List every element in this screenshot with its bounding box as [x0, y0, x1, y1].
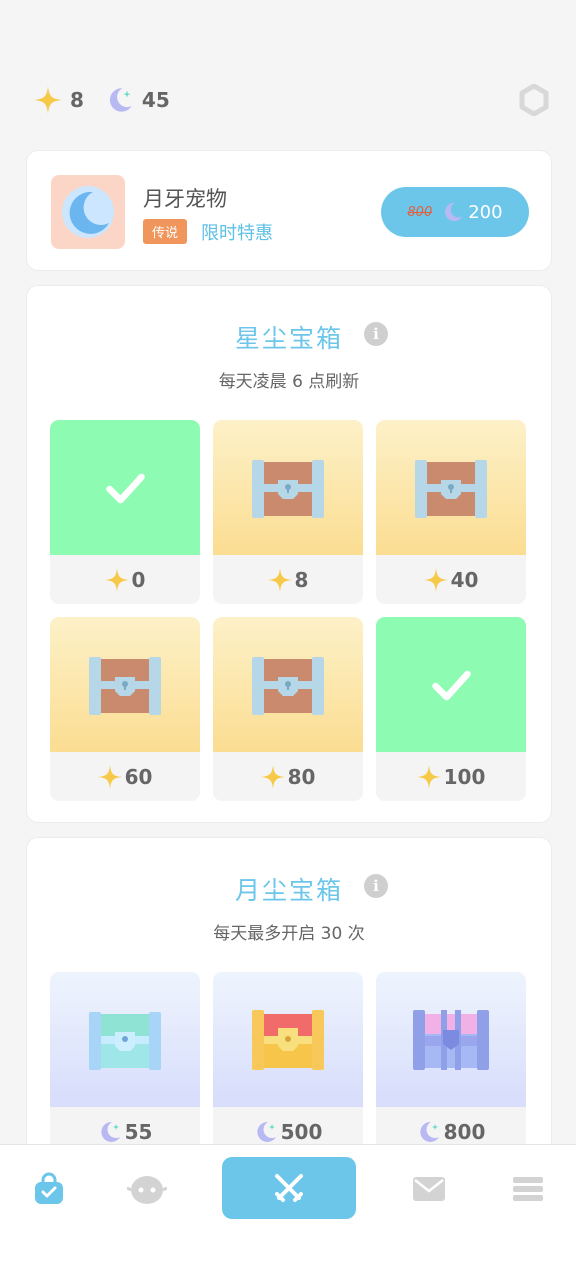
price-value: 80 — [287, 764, 316, 789]
moondust-counter: 45 — [106, 86, 170, 114]
new-price: 200 — [468, 201, 503, 223]
crescent-moon-icon — [62, 186, 114, 238]
red-chest-icon — [248, 1008, 328, 1072]
settings-hexagon-icon[interactable] — [518, 84, 550, 116]
chest-price: 100 — [376, 752, 526, 801]
chest-image — [213, 420, 363, 555]
opened-indicator — [50, 420, 200, 555]
chest-slot[interactable]: 800 — [376, 972, 526, 1156]
moon-icon — [442, 201, 464, 223]
pet-offer-card: 月牙宠物 传说 限时特惠 800 200 — [26, 150, 552, 271]
nav-pet[interactable] — [127, 1169, 167, 1209]
nav-battle[interactable] — [222, 1157, 356, 1219]
chest-image — [376, 420, 526, 555]
chest-price: 40 — [376, 555, 526, 604]
nav-menu[interactable] — [508, 1169, 548, 1209]
chest-icon — [248, 653, 328, 717]
star-icon — [424, 568, 448, 592]
check-icon — [103, 466, 147, 510]
opened-indicator — [376, 617, 526, 752]
info-icon[interactable]: i — [364, 322, 388, 346]
chest-icon — [85, 653, 165, 717]
chest-price: 80 — [213, 752, 363, 801]
star-icon — [268, 568, 292, 592]
price-value: 100 — [443, 764, 486, 789]
price-value: 0 — [131, 567, 146, 592]
chest-icon — [248, 456, 328, 520]
price-value: 40 — [450, 567, 479, 592]
chest-slot[interactable]: 80 — [213, 617, 363, 801]
pet-name: 月牙宠物 — [143, 187, 227, 211]
mail-icon — [413, 1177, 445, 1201]
chest-slot[interactable]: 500 — [213, 972, 363, 1156]
teal-chest-icon — [85, 1008, 165, 1072]
price-value: 55 — [124, 1119, 153, 1144]
chest-slot[interactable]: 0 — [50, 420, 200, 604]
section-subtitle: 每天凌晨 6 点刷新 — [218, 372, 360, 392]
chest-slot[interactable]: 40 — [376, 420, 526, 604]
star-icon — [98, 765, 122, 789]
chest-image — [213, 972, 363, 1107]
stardust-box-section: 星尘宝箱 i 每天凌晨 6 点刷新 0 8 40 60 80 100 — [26, 285, 552, 823]
price-value: 60 — [124, 764, 153, 789]
currency-bar: 8 45 — [34, 80, 556, 120]
menu-icon — [513, 1177, 543, 1201]
buy-pet-button[interactable]: 800 200 — [381, 187, 529, 237]
moondust-value: 45 — [141, 88, 170, 112]
star-icon — [417, 765, 441, 789]
chest-price: 60 — [50, 752, 200, 801]
section-subtitle: 每天最多开启 30 次 — [213, 924, 365, 944]
section-title: 星尘宝箱 — [234, 324, 343, 353]
star-icon — [34, 86, 62, 114]
stardust-value: 8 — [70, 88, 84, 112]
chest-image — [50, 972, 200, 1107]
moon-icon — [254, 1120, 278, 1144]
old-price: 800 — [407, 204, 433, 220]
chest-slot[interactable]: 55 — [50, 972, 200, 1156]
chest-price: 8 — [213, 555, 363, 604]
moon-icon — [417, 1120, 441, 1144]
chest-price: 0 — [50, 555, 200, 604]
pet-face-icon — [127, 1176, 167, 1204]
chest-slot[interactable]: 100 — [376, 617, 526, 801]
battle-swords-icon — [275, 1174, 303, 1202]
purple-chest-icon — [411, 1008, 491, 1072]
nav-mail[interactable] — [409, 1169, 449, 1209]
pet-thumbnail — [51, 175, 125, 249]
section-title: 月尘宝箱 — [234, 876, 343, 905]
star-icon — [105, 568, 129, 592]
chest-slot[interactable]: 60 — [50, 617, 200, 801]
chest-slot[interactable]: 8 — [213, 420, 363, 604]
chest-image — [50, 617, 200, 752]
moondust-box-section: 月尘宝箱 i 每天最多开启 30 次 55 500 800 — [26, 837, 552, 1167]
price-value: 500 — [280, 1119, 323, 1144]
check-icon — [429, 663, 473, 707]
limited-offer-label: 限时特惠 — [201, 223, 273, 244]
chest-image — [213, 617, 363, 752]
chest-image — [376, 972, 526, 1107]
star-icon — [261, 765, 285, 789]
chest-icon — [411, 456, 491, 520]
stardust-counter: 8 — [34, 86, 84, 114]
price-value: 800 — [443, 1119, 486, 1144]
moon-icon — [98, 1120, 122, 1144]
info-icon[interactable]: i — [364, 874, 388, 898]
rarity-badge: 传说 — [143, 219, 188, 244]
nav-shop[interactable] — [29, 1169, 69, 1209]
price-value: 8 — [294, 567, 309, 592]
bottom-nav — [0, 1144, 576, 1280]
moon-icon — [106, 86, 134, 114]
shop-bag-icon — [35, 1172, 63, 1204]
